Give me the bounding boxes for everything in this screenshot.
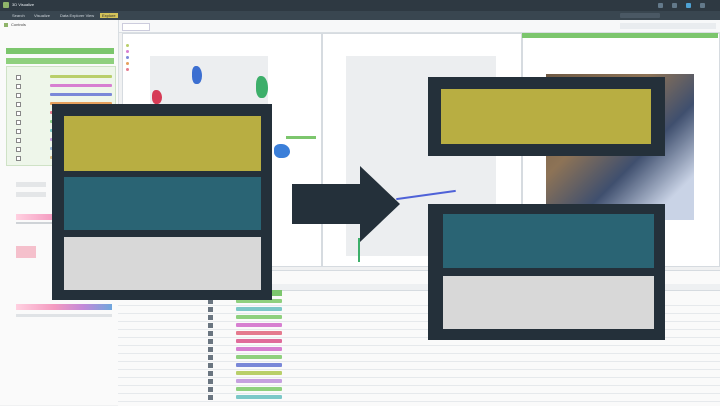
row-thumbnail: [208, 379, 213, 384]
row-thumbnail: [208, 323, 213, 328]
sidebar-button[interactable]: [16, 192, 46, 197]
legend-dot: [126, 68, 129, 71]
category-color-swatch: [50, 84, 112, 87]
category-color-swatch: [50, 93, 112, 96]
source-teal-block: [64, 177, 261, 230]
category-checkbox[interactable]: [16, 102, 21, 107]
arrow-right-icon: [292, 166, 400, 242]
scatter-tooltip: [286, 136, 316, 139]
sidebar-button[interactable]: [16, 182, 46, 187]
sidebar-active-subsection[interactable]: [6, 58, 114, 64]
row-category-pill: [236, 395, 282, 399]
scatter-cluster: [152, 90, 162, 104]
filter-icon: [4, 23, 8, 27]
row-category-pill: [236, 331, 282, 335]
view-tab[interactable]: [122, 23, 150, 31]
scatter-cluster: [274, 144, 290, 158]
row-thumbnail: [208, 347, 213, 352]
category-checkbox[interactable]: [16, 156, 21, 161]
opacity-gradient: [16, 304, 112, 310]
row-thumbnail: [208, 331, 213, 336]
category-checkbox[interactable]: [16, 147, 21, 152]
row-category-pill: [236, 347, 282, 351]
global-search-input[interactable]: [620, 13, 660, 18]
window-title: 3D Visualize: [12, 2, 35, 7]
target-teal-block: [443, 214, 654, 268]
row-thumbnail: [208, 395, 213, 400]
scatter-cluster: [256, 76, 268, 98]
menu-data-explorer[interactable]: Data Explorer View: [60, 13, 94, 18]
sidebar-title: Controls: [11, 22, 26, 27]
notifications-icon[interactable]: [672, 3, 677, 8]
category-checkbox[interactable]: [16, 75, 21, 80]
category-checkbox[interactable]: [16, 129, 21, 134]
row-category-pill: [236, 363, 282, 367]
category-checkbox[interactable]: [16, 84, 21, 89]
user-icon[interactable]: [658, 3, 663, 8]
category-checkbox[interactable]: [16, 120, 21, 125]
row-category-pill: [236, 387, 282, 391]
category-checkbox[interactable]: [16, 111, 21, 116]
row-category-pill: [236, 323, 282, 327]
legend-dot: [126, 56, 129, 59]
row-thumbnail: [208, 307, 213, 312]
row-category-pill: [236, 371, 282, 375]
row-thumbnail: [208, 371, 213, 376]
row-thumbnail: [208, 355, 213, 360]
opacity-slider[interactable]: [16, 314, 112, 317]
row-category-pill: [236, 355, 282, 359]
category-checkbox[interactable]: [16, 93, 21, 98]
legend-dot: [126, 62, 129, 65]
menu-explore[interactable]: Explore: [100, 13, 118, 18]
row-category-pill: [236, 379, 282, 383]
view-actions[interactable]: [620, 23, 716, 29]
histogram: [16, 246, 36, 258]
source-olive-block: [64, 116, 261, 171]
scatter-cluster: [192, 66, 202, 84]
app-logo-icon: [3, 2, 9, 8]
source-grey-block: [64, 237, 261, 290]
sidebar-active-section[interactable]: [6, 48, 114, 54]
category-checkbox[interactable]: [16, 138, 21, 143]
row-category-pill: [236, 339, 282, 343]
account-icon[interactable]: [700, 3, 705, 8]
target-grey-block: [443, 276, 654, 329]
title-bar: [0, 0, 720, 11]
menu-visualize[interactable]: Visualize: [34, 13, 50, 18]
settings-icon[interactable]: [686, 3, 691, 8]
menu-search[interactable]: Search: [12, 13, 25, 18]
legend-dot: [126, 50, 129, 53]
target-olive-block: [441, 89, 651, 144]
legend-dot: [126, 44, 129, 47]
row-thumbnail: [208, 387, 213, 392]
row-thumbnail: [208, 339, 213, 344]
row-category-pill: [236, 307, 282, 311]
row-category-pill: [236, 315, 282, 319]
category-color-swatch: [50, 75, 112, 78]
image-panel-header: [522, 33, 718, 38]
row-thumbnail: [208, 363, 213, 368]
row-thumbnail: [208, 315, 213, 320]
